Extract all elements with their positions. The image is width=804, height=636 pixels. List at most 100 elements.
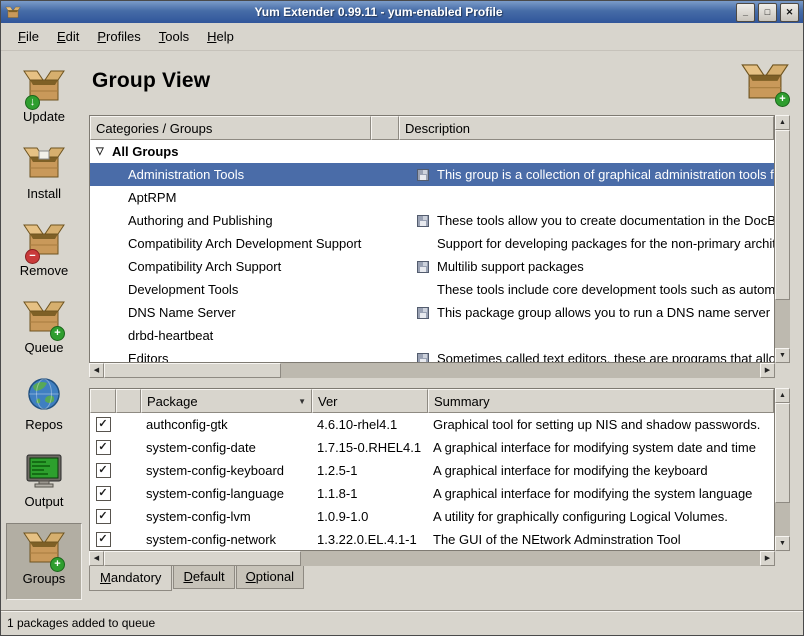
- page-title: Group View: [89, 61, 790, 93]
- app-icon: [5, 5, 21, 20]
- groups-vertical-scrollbar[interactable]: ▲ ▼: [775, 115, 790, 363]
- scrollbar-thumb[interactable]: [775, 130, 790, 300]
- sidebar-item-label: Update: [23, 109, 65, 124]
- groups-horizontal-scrollbar[interactable]: ◀ ▶: [89, 363, 775, 378]
- group-row-dns-name-server[interactable]: DNS Name Server This package group allow…: [90, 301, 774, 324]
- titlebar[interactable]: Yum Extender 0.99.11 - yum-enabled Profi…: [1, 1, 803, 23]
- sidebar-item-output[interactable]: Output: [6, 446, 82, 523]
- scrollbar-corner: [775, 551, 790, 566]
- sidebar-item-repos[interactable]: Repos: [6, 369, 82, 446]
- minimize-button[interactable]: _: [736, 3, 755, 22]
- menubar: File Edit Profiles Tools Help: [1, 23, 803, 51]
- close-button[interactable]: ✕: [780, 3, 799, 22]
- menu-file[interactable]: File: [9, 25, 48, 48]
- floppy-icon: [417, 307, 429, 319]
- plus-badge-icon: +: [50, 326, 65, 341]
- column-header-categories-groups[interactable]: Categories / Groups: [90, 116, 371, 140]
- window-title: Yum Extender 0.99.11 - yum-enabled Profi…: [24, 5, 733, 19]
- groups-icon: +: [21, 528, 67, 570]
- scrollbar-corner: [775, 363, 790, 378]
- scroll-left-icon: ◀: [94, 555, 99, 562]
- scroll-left-button[interactable]: ◀: [89, 551, 104, 566]
- groups-pane: Categories / Groups Description ▽All Gro…: [89, 115, 790, 378]
- scroll-down-button[interactable]: ▼: [775, 348, 790, 363]
- package-checkbox[interactable]: ✓: [96, 463, 111, 478]
- sidebar-item-label: Output: [24, 494, 63, 509]
- tab-optional[interactable]: Optional: [236, 566, 304, 589]
- package-row-system-config-network[interactable]: ✓ system-config-network 1.3.22.0.EL.4.1-…: [90, 528, 774, 551]
- scroll-down-icon: ▼: [779, 540, 786, 547]
- group-root-row[interactable]: ▽All Groups: [90, 140, 774, 163]
- package-row-system-config-keyboard[interactable]: ✓ system-config-keyboard 1.2.5-1 A graph…: [90, 459, 774, 482]
- package-checkbox[interactable]: ✓: [96, 486, 111, 501]
- yum-extender-window: Yum Extender 0.99.11 - yum-enabled Profi…: [0, 0, 804, 636]
- tab-default[interactable]: Default: [173, 566, 234, 589]
- group-row-administration-tools[interactable]: Administration Tools This group is a col…: [90, 163, 774, 186]
- column-header-package[interactable]: Package▼: [141, 389, 312, 413]
- column-header-summary[interactable]: Summary: [428, 389, 774, 413]
- package-row-system-config-language[interactable]: ✓ system-config-language 1.1.8-1 A graph…: [90, 482, 774, 505]
- minus-badge-icon: −: [25, 249, 40, 264]
- sidebar-item-install[interactable]: Install: [6, 138, 82, 215]
- sort-indicator-icon: ▼: [294, 397, 306, 406]
- queue-icon: +: [21, 297, 67, 339]
- sidebar-item-label: Install: [27, 186, 61, 201]
- column-header-ver[interactable]: Ver: [312, 389, 428, 413]
- scroll-down-button[interactable]: ▼: [775, 536, 790, 551]
- statusbar: 1 packages added to queue: [1, 610, 803, 635]
- sidebar-item-groups[interactable]: + Groups: [6, 523, 82, 600]
- scrollbar-thumb[interactable]: [104, 363, 281, 378]
- group-row-drbd-heartbeat[interactable]: drbd-heartbeat: [90, 324, 774, 347]
- menu-tools[interactable]: Tools: [150, 25, 198, 48]
- group-row-development-tools[interactable]: Development Tools These tools include co…: [90, 278, 774, 301]
- package-checkbox[interactable]: ✓: [96, 509, 111, 524]
- main-content: Group View + Categories / Group: [87, 51, 803, 610]
- maximize-button[interactable]: □: [758, 3, 777, 22]
- group-row-compat-arch-support[interactable]: Compatibility Arch Support Multilib supp…: [90, 255, 774, 278]
- globe-icon: [21, 374, 67, 416]
- column-header-description[interactable]: Description: [399, 116, 774, 140]
- package-checkbox[interactable]: ✓: [96, 440, 111, 455]
- sidebar-item-remove[interactable]: − Remove: [6, 215, 82, 292]
- groups-treeview: Categories / Groups Description ▽All Gro…: [89, 115, 775, 363]
- package-checkbox[interactable]: ✓: [96, 532, 111, 547]
- menu-help[interactable]: Help: [198, 25, 243, 48]
- scroll-right-button[interactable]: ▶: [760, 363, 775, 378]
- package-checkbox[interactable]: ✓: [96, 417, 111, 432]
- group-row-compat-arch-dev-support[interactable]: Compatibility Arch Development Support S…: [90, 232, 774, 255]
- scroll-left-icon: ◀: [94, 367, 99, 374]
- group-row-aptrpm[interactable]: AptRPM: [90, 186, 774, 209]
- expander-open-icon[interactable]: ▽: [96, 147, 109, 157]
- package-row-authconfig-gtk[interactable]: ✓ authconfig-gtk 4.6.10-rhel4.1 Graphica…: [90, 413, 774, 436]
- tab-mandatory[interactable]: Mandatory: [89, 566, 172, 591]
- packages-horizontal-scrollbar[interactable]: ◀ ▶: [89, 551, 775, 566]
- sidebar-item-update[interactable]: ↓ Update: [6, 61, 82, 138]
- sidebar-item-queue[interactable]: + Queue: [6, 292, 82, 369]
- scrollbar-thumb[interactable]: [775, 403, 790, 503]
- menu-profiles[interactable]: Profiles: [88, 25, 149, 48]
- status-text: 1 packages added to queue: [7, 616, 155, 630]
- sidebar-item-label: Remove: [20, 263, 68, 278]
- scroll-right-button[interactable]: ▶: [760, 551, 775, 566]
- group-row-editors[interactable]: Editors Sometimes called text editors, t…: [90, 347, 774, 363]
- packages-vertical-scrollbar[interactable]: ▲ ▼: [775, 388, 790, 551]
- scroll-up-button[interactable]: ▲: [775, 388, 790, 403]
- scroll-up-icon: ▲: [779, 392, 786, 399]
- scroll-down-icon: ▼: [779, 352, 786, 359]
- scrollbar-thumb[interactable]: [104, 551, 301, 566]
- group-row-authoring-publishing[interactable]: Authoring and Publishing These tools all…: [90, 209, 774, 232]
- package-row-system-config-lvm[interactable]: ✓ system-config-lvm 1.0.9-1.0 A utility …: [90, 505, 774, 528]
- column-header-select[interactable]: [90, 389, 116, 413]
- floppy-icon: [417, 261, 429, 273]
- sidebar-item-label: Groups: [23, 571, 66, 586]
- scroll-left-button[interactable]: ◀: [89, 363, 104, 378]
- scroll-up-button[interactable]: ▲: [775, 115, 790, 130]
- column-header-icon[interactable]: [116, 389, 141, 413]
- column-header-icon[interactable]: [371, 116, 399, 140]
- menu-edit[interactable]: Edit: [48, 25, 88, 48]
- download-arrow-badge-icon: ↓: [25, 95, 40, 110]
- packages-pane: Package▼ Ver Summary ✓ authconfig-gtk 4.…: [89, 388, 790, 566]
- plus-badge-icon: +: [775, 92, 790, 107]
- install-icon: [21, 143, 67, 185]
- package-row-system-config-date[interactable]: ✓ system-config-date 1.7.15-0.RHEL4.1 A …: [90, 436, 774, 459]
